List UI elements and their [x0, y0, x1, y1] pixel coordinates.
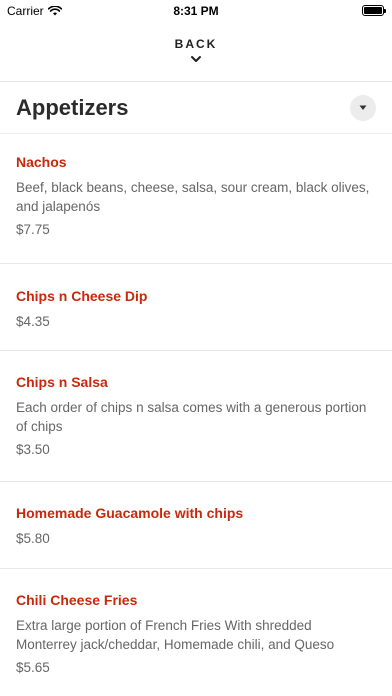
item-name: Nachos: [16, 154, 67, 170]
item-description: Beef, black beans, cheese, salsa, sour c…: [16, 180, 370, 214]
item-price: $3.50: [16, 442, 50, 457]
item-description: Extra large portion of French Fries With…: [16, 618, 335, 652]
back-button[interactable]: BACK: [0, 22, 392, 82]
battery-icon: [362, 5, 386, 16]
section-header: Appetizers: [0, 82, 392, 134]
menu-item-homemade-guacamole[interactable]: Homemade Guacamole with chips $5.80: [0, 482, 392, 569]
item-name: Chips n Cheese Dip: [16, 288, 148, 304]
item-price: $4.35: [16, 314, 50, 329]
menu-item-nachos[interactable]: Nachos Beef, black beans, cheese, salsa,…: [0, 134, 392, 264]
item-name: Chili Cheese Fries: [16, 592, 138, 608]
menu-item-chips-salsa[interactable]: Chips n Salsa Each order of chips n sals…: [0, 351, 392, 482]
chevron-down-icon: [191, 56, 201, 62]
menu-item-chips-cheese-dip[interactable]: Chips n Cheese Dip $4.35: [0, 264, 392, 351]
item-price: $5.80: [16, 531, 50, 546]
section-dropdown-button[interactable]: [350, 94, 376, 121]
status-bar: Carrier 8:31 PM: [0, 0, 392, 22]
item-price: $7.75: [16, 222, 50, 237]
caret-down-icon: [359, 105, 367, 110]
menu-item-chili-cheese-fries[interactable]: Chili Cheese Fries Extra large portion o…: [0, 569, 392, 689]
item-description: Each order of chips n salsa comes with a…: [16, 400, 367, 434]
section-title: Appetizers: [16, 94, 129, 120]
back-label: BACK: [174, 37, 218, 51]
item-price: $5.65: [16, 660, 50, 675]
status-time: 8:31 PM: [173, 4, 219, 18]
item-name: Chips n Salsa: [16, 374, 108, 390]
item-name: Homemade Guacamole with chips: [16, 505, 244, 521]
